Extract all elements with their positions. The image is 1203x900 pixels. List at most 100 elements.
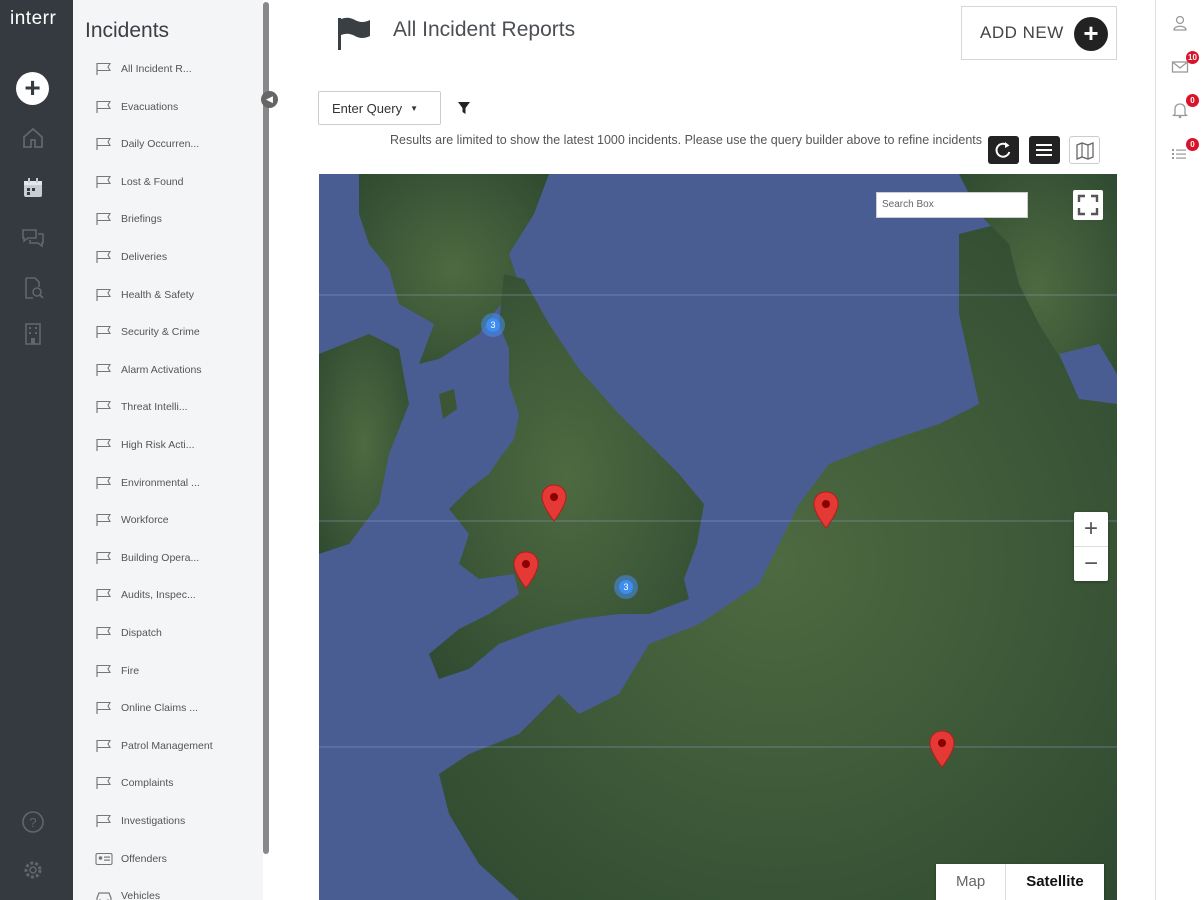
flag-outline-icon <box>95 701 113 715</box>
car-icon <box>95 889 113 900</box>
add-icon[interactable]: + <box>16 72 49 105</box>
map-type-control: Map Satellite <box>936 864 1104 900</box>
incident-map[interactable]: Search Box 3 3 + − Map Satellite <box>319 174 1117 900</box>
enter-query-label: Enter Query <box>332 100 403 116</box>
plus-circle-icon: + <box>1074 17 1108 51</box>
sidebar-scrollbar[interactable] <box>263 2 269 854</box>
fullscreen-icon <box>1077 194 1099 216</box>
sidebar-item-label: Health & Safety <box>121 288 194 301</box>
sidebar-item[interactable]: Environmental ... <box>95 473 200 493</box>
sidebar-item-label: All Incident R... <box>121 63 192 75</box>
flag-outline-icon <box>95 212 113 226</box>
sidebar-item[interactable]: Health & Safety <box>95 285 194 305</box>
sidebar-item-label: Vehicles <box>121 890 161 900</box>
map-search-input[interactable]: Search Box <box>876 192 1028 218</box>
sidebar-item[interactable]: Patrol Management <box>95 736 213 756</box>
flag-outline-icon <box>95 513 113 527</box>
sidebar-item[interactable]: Alarm Activations <box>95 360 202 380</box>
sidebar-item-label: Briefings <box>121 213 162 226</box>
chat-icon[interactable] <box>21 226 45 250</box>
sidebar-item-label: Daily Occurren... <box>121 138 200 151</box>
building-icon[interactable] <box>21 322 45 346</box>
help-icon[interactable]: ? <box>21 810 45 834</box>
map-type-map-button[interactable]: Map <box>936 864 1005 900</box>
sidebar-item[interactable]: Evacuations <box>95 97 178 117</box>
zoom-control: + − <box>1074 512 1108 581</box>
sidebar-item[interactable]: Daily Occurren... <box>95 134 199 154</box>
collapse-sidebar-icon[interactable]: ◀ <box>261 91 278 108</box>
incident-pin-marker[interactable] <box>813 491 839 529</box>
search-document-icon[interactable] <box>21 276 45 300</box>
flag-outline-icon <box>95 551 113 565</box>
sidebar-item-label: Threat Intelli... <box>121 401 188 414</box>
sidebar-item[interactable]: Online Claims ... <box>95 698 198 718</box>
flag-outline-icon <box>95 325 113 339</box>
sidebar-item-label: Security & Crime <box>121 326 200 339</box>
refresh-button[interactable] <box>988 136 1019 164</box>
map-type-satellite-button[interactable]: Satellite <box>1005 864 1104 900</box>
flag-outline-icon <box>95 476 113 490</box>
sidebar-item[interactable]: Offenders <box>95 849 167 869</box>
refresh-icon <box>995 142 1011 158</box>
flag-outline-icon <box>95 62 113 76</box>
sidebar-item[interactable]: Threat Intelli... <box>95 397 188 417</box>
sidebar-item-label: Lost & Found <box>121 175 184 188</box>
sidebar-item[interactable]: Fire <box>95 661 139 681</box>
sidebar-item-label: Deliveries <box>121 251 168 263</box>
mail-badge: 10 <box>1186 51 1199 64</box>
sidebar-item-label: Offenders <box>121 852 167 865</box>
map-cluster-marker[interactable]: 3 <box>614 575 638 599</box>
sidebar-item-label: Fire <box>121 664 140 677</box>
fullscreen-button[interactable] <box>1073 190 1103 220</box>
sidebar-item-label: Evacuations <box>121 100 179 113</box>
sidebar-item-label: Workforce <box>121 514 169 527</box>
svg-text:?: ? <box>29 815 36 830</box>
sidebar-item-label: High Risk Acti... <box>121 439 195 451</box>
flag-outline-icon <box>95 664 113 678</box>
home-icon[interactable] <box>21 126 45 150</box>
sidebar-item[interactable]: Workforce <box>95 510 169 530</box>
map-icon <box>1076 142 1094 160</box>
zoom-out-button[interactable]: − <box>1074 547 1108 581</box>
sidebar-title: Incidents <box>85 19 170 42</box>
flag-outline-icon <box>95 175 113 189</box>
sidebar-item-label: Alarm Activations <box>121 363 202 376</box>
sidebar-item[interactable]: Investigations <box>95 811 185 831</box>
filter-icon[interactable] <box>457 101 471 115</box>
notifications-badge: 0 <box>1186 94 1199 107</box>
enter-query-dropdown[interactable]: Enter Query ▼ <box>318 91 441 125</box>
sidebar-item[interactable]: All Incident R... <box>95 59 192 79</box>
zoom-in-button[interactable]: + <box>1074 512 1108 546</box>
cluster-count: 3 <box>486 318 500 332</box>
sidebar-item-label: Complaints <box>121 777 174 790</box>
sidebar-item[interactable]: Audits, Inspec... <box>95 585 196 605</box>
settings-icon[interactable] <box>21 858 45 882</box>
incident-pin-marker[interactable] <box>929 730 955 768</box>
results-notice: Results are limited to show the latest 1… <box>389 133 982 147</box>
flag-outline-icon <box>95 363 113 377</box>
sidebar-item[interactable]: High Risk Acti... <box>95 435 195 455</box>
sidebar-item[interactable]: Security & Crime <box>95 322 200 342</box>
flag-outline-icon <box>95 137 113 151</box>
flag-outline-icon <box>95 588 113 602</box>
incident-pin-marker[interactable] <box>513 551 539 589</box>
list-icon <box>1036 144 1052 156</box>
list-view-button[interactable] <box>1029 136 1060 164</box>
sidebar-item[interactable]: Lost & Found <box>95 172 183 192</box>
incidents-sidebar: Incidents All Incident R... Evacuations Da… <box>73 0 263 900</box>
sidebar-item[interactable]: Dispatch <box>95 623 162 643</box>
user-icon[interactable] <box>1171 14 1189 32</box>
sidebar-item[interactable]: Vehicles <box>95 886 160 900</box>
calendar-icon[interactable] <box>21 176 45 200</box>
map-view-button[interactable] <box>1069 136 1100 164</box>
incident-pin-marker[interactable] <box>541 484 567 522</box>
sidebar-item[interactable]: Deliveries <box>95 247 167 267</box>
flag-outline-icon <box>95 288 113 302</box>
sidebar-item-label: Investigations <box>121 815 186 827</box>
sidebar-item[interactable]: Building Opera... <box>95 548 199 568</box>
map-cluster-marker[interactable]: 3 <box>481 313 505 337</box>
sidebar-item[interactable]: Briefings <box>95 209 162 229</box>
add-new-button[interactable]: ADD NEW + <box>961 6 1117 60</box>
sidebar-item[interactable]: Complaints <box>95 773 174 793</box>
page-title: All Incident Reports <box>393 18 576 41</box>
